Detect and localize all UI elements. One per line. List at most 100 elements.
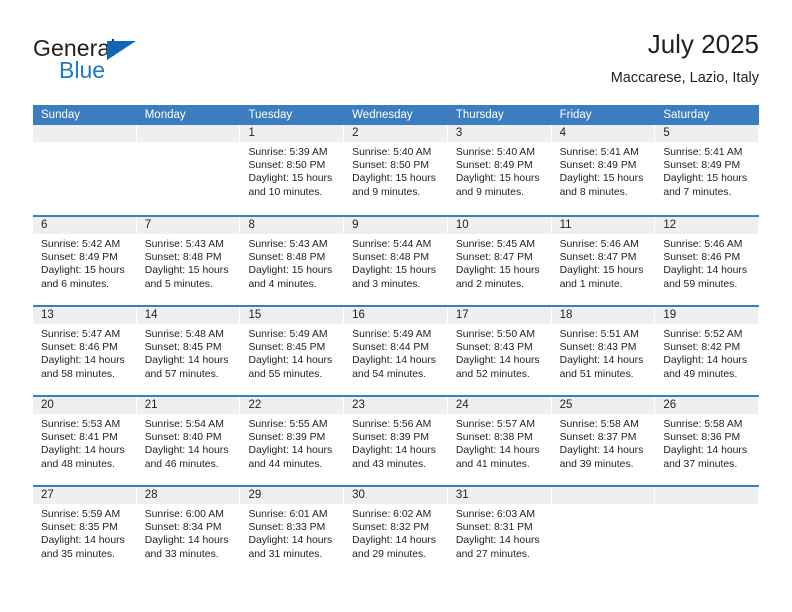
sunrise-text: Sunrise: 6:01 AM [248, 509, 328, 520]
day-number: 7 [144, 219, 152, 231]
day-number: 19 [663, 309, 677, 321]
day-cell[interactable]: 20 Sunrise: 5:53 AM Sunset: 8:41 PM Dayligh… [33, 397, 137, 485]
day-cell[interactable]: 9 Sunrise: 5:44 AM Sunset: 8:48 PM Daylight… [344, 217, 448, 305]
calendar-grid: Sunday Monday Tuesday Wednesday Thursday Frid… [33, 105, 760, 575]
day-details: Sunrise: 5:48 AM Sunset: 8:45 PM Daylight:… [137, 324, 241, 381]
daylight-text-line2: and 55 minutes. [248, 368, 323, 380]
daylight-text-line2: and 10 minutes. [248, 186, 323, 198]
day-cell[interactable]: 4 Sunrise: 5:41 AM Sunset: 8:49 PM Daylight… [551, 125, 656, 215]
day-cell[interactable]: 7 Sunrise: 5:43 AM Sunset: 8:48 PM Daylight… [136, 217, 241, 305]
day-details: Sunrise: 5:51 AM Sunset: 8:43 PM Daylight:… [552, 324, 656, 381]
day-cell[interactable]: 26 Sunrise: 5:58 AM Sunset: 8:36 PM Dayligh… [655, 397, 760, 485]
day-number-band: 1 [240, 125, 345, 142]
daylight-text-line2: and 4 minutes. [248, 278, 317, 290]
sunset-text: Sunset: 8:48 PM [352, 252, 429, 264]
daylight-text-line1: Daylight: 14 hours [559, 355, 644, 367]
day-cell[interactable]: 2 Sunrise: 5:40 AM Sunset: 8:50 PM Daylight… [344, 125, 448, 215]
day-number-band: 17 [447, 307, 552, 324]
day-number: 23 [352, 399, 365, 411]
day-number: 22 [248, 399, 262, 411]
day-cell[interactable]: 13 Sunrise: 5:47 AM Sunset: 8:46 PM Dayligh… [33, 307, 137, 395]
day-cell[interactable]: 15 Sunrise: 5:49 AM Sunset: 8:45 PM Dayligh… [240, 307, 345, 395]
sunset-text: Sunset: 8:50 PM [248, 160, 326, 172]
daylight-text-line1: Daylight: 14 hours [144, 535, 229, 547]
day-details: Sunrise: 5:41 AM Sunset: 8:49 PM Daylight:… [552, 142, 656, 199]
sunset-text: Sunset: 8:46 PM [663, 252, 741, 264]
day-cell[interactable]: 28 Sunrise: 6:00 AM Sunset: 8:34 PM Dayligh… [136, 487, 241, 575]
day-cell[interactable]: 8 Sunrise: 5:43 AM Sunset: 8:48 PM Daylight… [240, 217, 345, 305]
day-cell[interactable]: 18 Sunrise: 5:51 AM Sunset: 8:43 PM Dayligh… [551, 307, 656, 395]
daylight-text-line1: Daylight: 14 hours [455, 535, 540, 547]
day-cell[interactable]: 19 Sunrise: 5:52 AM Sunset: 8:42 PM Dayligh… [655, 307, 760, 395]
day-cell[interactable]: 27 Sunrise: 5:59 AM Sunset: 8:35 PM Dayligh… [33, 487, 137, 575]
day-number-band: 13 [33, 307, 137, 324]
sunrise-text: Sunrise: 5:46 AM [663, 239, 743, 250]
week-row: 13 Sunrise: 5:47 AM Sunset: 8:46 PM Dayligh… [33, 305, 760, 395]
day-number: 21 [144, 399, 158, 411]
daylight-text-line1: Daylight: 14 hours [144, 355, 229, 367]
day-number-band: 31 [447, 487, 552, 504]
sunset-text: Sunset: 8:34 PM [144, 522, 222, 534]
day-number-band: 23 [344, 397, 448, 414]
day-details: Sunrise: 5:43 AM Sunset: 8:48 PM Daylight:… [240, 234, 344, 291]
daylight-text-line2: and 2 minutes. [455, 278, 525, 290]
day-cell[interactable]: 25 Sunrise: 5:58 AM Sunset: 8:37 PM Dayligh… [551, 397, 656, 485]
sunset-text: Sunset: 8:32 PM [352, 522, 429, 534]
daylight-text-line1: Daylight: 14 hours [144, 445, 229, 457]
day-cell[interactable]: 21 Sunrise: 5:54 AM Sunset: 8:40 PM Dayligh… [136, 397, 241, 485]
day-details [552, 504, 656, 508]
day-number-band: 9 [344, 217, 448, 234]
day-cell[interactable]: 1 Sunrise: 5:39 AM Sunset: 8:50 PM Daylight… [240, 125, 345, 215]
brand-logo[interactable]: General Blue [33, 36, 233, 88]
sunrise-text: Sunrise: 5:44 AM [352, 239, 432, 250]
day-number-band [655, 487, 760, 504]
day-cell[interactable]: 5 Sunrise: 5:41 AM Sunset: 8:49 PM Daylight… [655, 125, 760, 215]
day-cell[interactable]: 23 Sunrise: 5:56 AM Sunset: 8:39 PM Dayligh… [344, 397, 448, 485]
day-number-band: 22 [240, 397, 345, 414]
day-details: Sunrise: 6:02 AM Sunset: 8:32 PM Daylight:… [344, 504, 448, 561]
day-cell[interactable]: 6 Sunrise: 5:42 AM Sunset: 8:49 PM Daylight… [33, 217, 137, 305]
day-cell[interactable]: 22 Sunrise: 5:55 AM Sunset: 8:39 PM Dayligh… [240, 397, 345, 485]
day-number-band: 18 [551, 307, 656, 324]
day-number: 20 [41, 399, 54, 411]
daylight-text-line1: Daylight: 14 hours [352, 355, 436, 367]
daylight-text-line2: and 46 minutes. [144, 458, 219, 470]
day-cell[interactable]: 14 Sunrise: 5:48 AM Sunset: 8:45 PM Dayligh… [136, 307, 241, 395]
day-cell[interactable]: 17 Sunrise: 5:50 AM Sunset: 8:43 PM Dayligh… [447, 307, 552, 395]
day-number: 16 [352, 309, 365, 321]
sunrise-text: Sunrise: 5:49 AM [352, 329, 432, 340]
day-number: 31 [455, 489, 469, 501]
day-cell[interactable]: 10 Sunrise: 5:45 AM Sunset: 8:47 PM Dayligh… [447, 217, 552, 305]
day-number-band: 26 [655, 397, 760, 414]
day-cell[interactable]: 30 Sunrise: 6:02 AM Sunset: 8:32 PM Dayligh… [344, 487, 448, 575]
weekday-header-saturday: Saturday [663, 109, 710, 121]
day-cell[interactable]: 29 Sunrise: 6:01 AM Sunset: 8:33 PM Dayligh… [240, 487, 345, 575]
day-number: 2 [352, 127, 359, 139]
daylight-text-line1: Daylight: 14 hours [663, 445, 748, 457]
day-cell[interactable]: 24 Sunrise: 5:57 AM Sunset: 8:38 PM Dayligh… [447, 397, 552, 485]
daylight-text-line2: and 27 minutes. [455, 548, 530, 560]
sunrise-text: Sunrise: 5:40 AM [352, 147, 432, 158]
day-number-band: 19 [655, 307, 760, 324]
day-details: Sunrise: 5:40 AM Sunset: 8:49 PM Daylight:… [448, 142, 552, 199]
day-cell[interactable]: 16 Sunrise: 5:49 AM Sunset: 8:44 PM Dayligh… [344, 307, 448, 395]
day-number-band: 6 [33, 217, 137, 234]
sunset-text: Sunset: 8:47 PM [455, 252, 533, 264]
day-number: 10 [455, 219, 469, 231]
sunrise-text: Sunrise: 5:41 AM [559, 147, 639, 158]
daylight-text-line2: and 9 minutes. [455, 186, 525, 198]
sunset-text: Sunset: 8:33 PM [248, 522, 326, 534]
day-cell[interactable]: 12 Sunrise: 5:46 AM Sunset: 8:46 PM Dayligh… [655, 217, 760, 305]
sunset-text: Sunset: 8:41 PM [41, 432, 118, 444]
day-details: Sunrise: 5:58 AM Sunset: 8:37 PM Daylight:… [552, 414, 656, 471]
daylight-text-line1: Daylight: 15 hours [248, 173, 333, 185]
page-subtitle: Maccarese, Lazio, Italy [610, 70, 759, 86]
day-cell[interactable]: 11 Sunrise: 5:46 AM Sunset: 8:47 PM Dayligh… [551, 217, 656, 305]
daylight-text-line1: Daylight: 15 hours [455, 265, 540, 277]
daylight-text-line1: Daylight: 14 hours [559, 445, 644, 457]
daylight-text-line2: and 39 minutes. [559, 458, 634, 470]
day-number-band: 4 [551, 125, 656, 142]
sunset-text: Sunset: 8:44 PM [352, 342, 429, 354]
day-cell[interactable]: 3 Sunrise: 5:40 AM Sunset: 8:49 PM Daylight… [447, 125, 552, 215]
day-cell[interactable]: 31 Sunrise: 6:03 AM Sunset: 8:31 PM Dayligh… [447, 487, 552, 575]
